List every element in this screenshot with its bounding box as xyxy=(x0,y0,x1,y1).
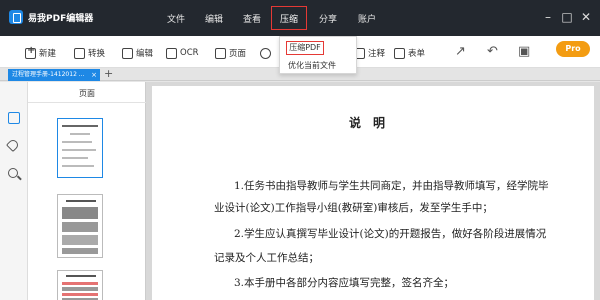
panel-divider xyxy=(28,102,146,103)
app-logo-icon xyxy=(9,10,23,24)
document-line-2: 业设计(论文)工作指导小组(教研室)审核后，发至学生手中； xyxy=(214,202,493,214)
undo-icon[interactable]: ↶ xyxy=(487,44,498,59)
maximize-icon[interactable]: □ xyxy=(559,9,575,25)
form-button[interactable]: 表单 xyxy=(394,46,425,60)
panel-title: 页面 xyxy=(79,89,95,98)
document-tab[interactable]: 过程管理手册-1412012 ... × xyxy=(8,69,100,81)
edit-button[interactable]: 编辑 xyxy=(122,46,153,60)
search-icon[interactable] xyxy=(8,168,18,178)
annotate-button[interactable]: 注释 xyxy=(354,46,385,60)
menu-compress-highlight xyxy=(271,6,307,30)
new-button[interactable]: 新建 xyxy=(25,45,56,60)
document-heading: 说明 xyxy=(348,116,397,130)
tab-close-icon[interactable]: × xyxy=(91,69,97,81)
title-bar: 易我PDF编辑器 文件 编辑 查看 压缩 分享 账户 – □ ✕ xyxy=(0,0,600,36)
new-icon xyxy=(25,45,36,59)
document-view: 说明 1.任务书由指导教师与学生共同商定，并由指导教师填写，经学院毕 业设计(论… xyxy=(146,82,600,300)
document-page: 说明 1.任务书由指导教师与学生共同商定，并由指导教师填写，经学院毕 业设计(论… xyxy=(152,86,594,300)
page-icon xyxy=(215,47,226,59)
minimize-icon[interactable]: – xyxy=(540,9,556,25)
menu-file[interactable]: 文件 xyxy=(167,12,185,25)
menu-edit[interactable]: 编辑 xyxy=(205,12,223,25)
pages-panel-icon[interactable] xyxy=(8,112,20,124)
new-tab-button[interactable]: + xyxy=(104,67,113,80)
settings-button[interactable] xyxy=(260,46,274,60)
document-line-5: 3.本手册中各部分内容应填写完整，签名齐全； xyxy=(234,277,455,289)
thumbnail-panel: 页面 ▲ xyxy=(28,82,167,300)
document-line-3: 2.学生应认真撰写毕业设计(论文)的开题报告，做好各阶段进展情况 xyxy=(234,228,547,240)
page-thumbnail-1[interactable] xyxy=(57,118,103,178)
document-line-1: 1.任务书由指导教师与学生共同商定，并由指导教师填写，经学院毕 xyxy=(234,180,549,192)
ocr-icon xyxy=(166,47,177,59)
bookmark-icon[interactable] xyxy=(5,137,21,153)
page-button[interactable]: 页面 xyxy=(215,46,246,60)
edit-icon xyxy=(122,47,133,59)
app-title: 易我PDF编辑器 xyxy=(28,14,94,24)
optimize-current-file-item[interactable]: 优化当前文件 xyxy=(288,60,336,71)
save-icon[interactable]: ▣ xyxy=(518,44,530,59)
close-icon[interactable]: ✕ xyxy=(578,9,594,25)
pro-badge[interactable]: Pro xyxy=(556,41,590,57)
menu-account[interactable]: 账户 xyxy=(358,12,376,25)
settings-icon xyxy=(260,47,271,59)
form-icon xyxy=(394,47,405,59)
left-icon-rail xyxy=(0,82,28,300)
menu-view[interactable]: 查看 xyxy=(243,12,261,25)
menu-share[interactable]: 分享 xyxy=(319,12,337,25)
page-thumbnail-3[interactable] xyxy=(57,270,103,300)
ocr-button[interactable]: OCR xyxy=(166,46,199,60)
compress-pdf-item[interactable]: 压缩PDF xyxy=(286,41,324,55)
page-thumbnail-2[interactable] xyxy=(57,194,103,258)
convert-button[interactable]: 转换 xyxy=(74,46,105,60)
convert-icon xyxy=(74,47,85,59)
compress-dropdown: 压缩PDF 优化当前文件 xyxy=(279,36,357,74)
document-line-4: 记录及个人工作总结； xyxy=(214,252,319,264)
share-icon[interactable]: ↗ xyxy=(455,44,466,59)
